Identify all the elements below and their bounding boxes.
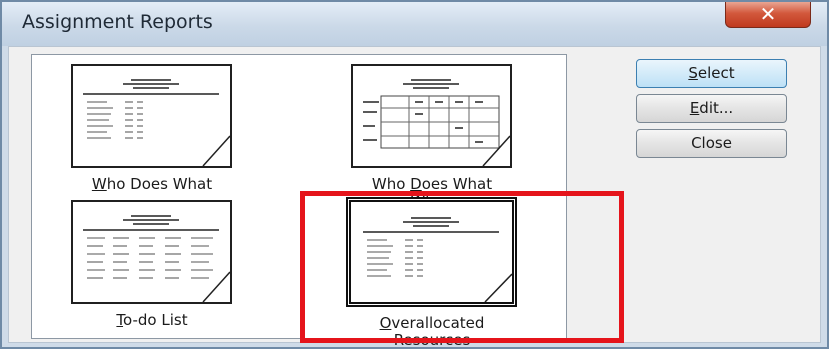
simple-report-icon[interactable]: [71, 64, 232, 168]
title-bar: Assignment Reports ✕: [2, 2, 827, 46]
window-title: Assignment Reports: [22, 11, 213, 33]
close-icon: ✕: [759, 2, 777, 26]
report-label: Who Does What: [91, 175, 213, 193]
report-who-does-what-when[interactable]: Who Does WhatWhen: [332, 64, 572, 210]
grid-report-icon[interactable]: [351, 64, 512, 168]
select-button[interactable]: Select: [636, 59, 787, 88]
highlight-annotation: [300, 191, 624, 343]
edit-button[interactable]: Edit...: [636, 94, 787, 123]
report-label: To-do List: [116, 311, 188, 329]
report-who-does-what[interactable]: Who Does What: [52, 64, 292, 199]
window-close-button[interactable]: ✕: [725, 2, 811, 28]
assignment-reports-dialog: Assignment Reports ✕ Who Does What Who D…: [0, 0, 829, 349]
report-to-do-list[interactable]: To-do List: [52, 200, 292, 335]
close-button[interactable]: Close: [636, 129, 787, 158]
table-report-icon[interactable]: [71, 200, 232, 304]
